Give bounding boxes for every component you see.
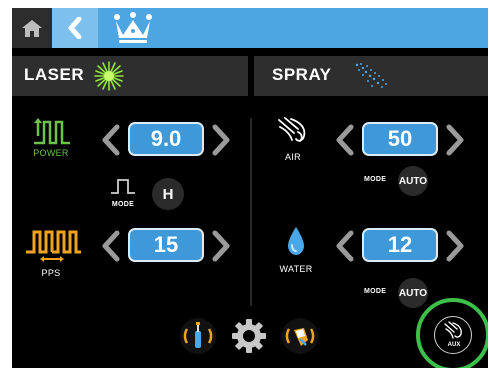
air-mode-label: MODE xyxy=(364,176,387,183)
pps-decrease-button[interactable] xyxy=(100,230,122,262)
spray-dots-icon xyxy=(355,63,387,88)
power-pulse-icon xyxy=(34,118,70,145)
aux-button[interactable]: AUX xyxy=(416,298,488,368)
laser-section-header: LASER xyxy=(12,56,248,96)
pulse-mode-icon xyxy=(111,179,135,194)
air-decrease-button[interactable] xyxy=(334,124,356,156)
water-value[interactable]: 12 xyxy=(362,228,438,262)
aux-inner-circle: AUX xyxy=(434,316,472,354)
pps-label: PPS xyxy=(41,268,61,278)
spray-title: SPRAY xyxy=(272,65,332,84)
power-value[interactable]: 9.0 xyxy=(128,122,204,156)
water-label: WATER xyxy=(279,264,313,274)
water-mode-auto-button[interactable]: AUTO xyxy=(398,278,428,308)
water-decrease-button[interactable] xyxy=(334,230,356,262)
laser-title: LASER xyxy=(24,65,85,84)
crown-icon[interactable] xyxy=(112,11,154,45)
settings-button[interactable] xyxy=(231,318,267,354)
power-decrease-button[interactable] xyxy=(100,124,122,156)
device-screen: LASER SPRAY POWER 9.0 MODE H PPS 15 AIR … xyxy=(12,8,488,368)
pps-increase-button[interactable] xyxy=(210,230,232,262)
air-increase-button[interactable] xyxy=(444,124,466,156)
water-mode-label: MODE xyxy=(364,288,387,295)
home-icon xyxy=(22,20,42,37)
water-increase-button[interactable] xyxy=(444,230,466,262)
spray-section-header: SPRAY xyxy=(254,56,488,96)
laser-mode-label: MODE xyxy=(111,201,135,208)
power-label: POWER xyxy=(33,148,69,158)
home-button[interactable] xyxy=(12,8,52,48)
handpiece-button[interactable] xyxy=(282,318,318,354)
section-divider xyxy=(250,118,252,306)
aux-air-icon xyxy=(444,321,462,339)
back-button[interactable] xyxy=(52,8,98,48)
air-value[interactable]: 50 xyxy=(362,122,438,156)
power-increase-button[interactable] xyxy=(210,124,232,156)
top-bar xyxy=(12,8,488,48)
settings-gear-icon xyxy=(232,319,266,353)
fiber-tip-button[interactable] xyxy=(180,318,216,354)
laser-mode-button[interactable]: H xyxy=(152,178,184,210)
aux-label: AUX xyxy=(447,342,461,348)
handpiece-icon xyxy=(285,328,315,346)
air-mode-auto-button[interactable]: AUTO xyxy=(398,166,428,196)
pps-value[interactable]: 15 xyxy=(128,228,204,262)
air-label: AIR xyxy=(285,152,301,162)
laser-starburst-icon xyxy=(94,61,124,91)
chevron-left-icon xyxy=(68,17,82,39)
air-icon xyxy=(278,117,306,142)
pps-pulse-icon xyxy=(26,230,81,262)
water-drop-icon xyxy=(288,227,304,255)
fiber-tip-icon xyxy=(183,322,213,348)
